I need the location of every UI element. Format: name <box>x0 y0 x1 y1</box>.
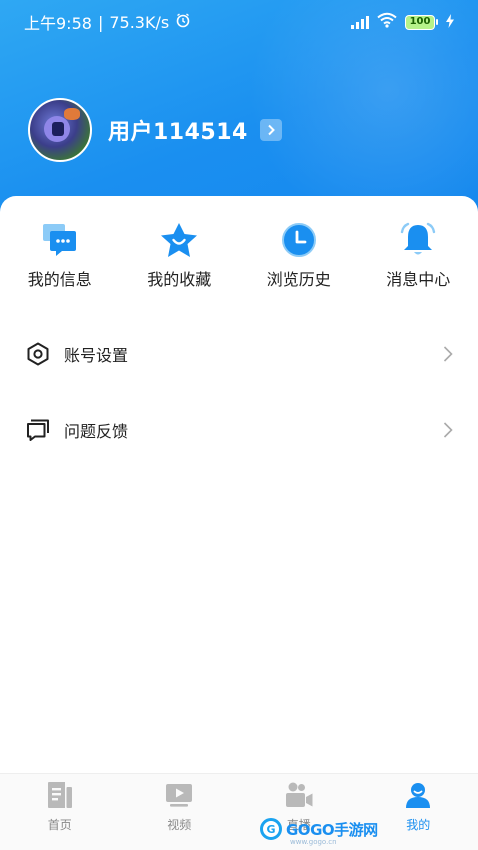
shortcut-history[interactable]: 浏览历史 <box>239 220 359 290</box>
clock-icon <box>279 220 319 260</box>
status-right: 100 <box>351 12 454 32</box>
battery-level: 100 <box>405 14 435 30</box>
tab-home[interactable]: 首页 <box>0 774 120 850</box>
tab-label: 我的 <box>406 818 431 832</box>
chat-bubbles-icon <box>40 220 80 260</box>
status-time: 上午9:58 <box>24 14 92 33</box>
shortcut-my-info[interactable]: 我的信息 <box>0 220 120 290</box>
signal-icon <box>351 15 369 29</box>
video-play-icon <box>164 780 194 810</box>
settings-hexagon-icon <box>26 342 50 366</box>
watermark-logo: G GOGO手游网 www.gogo.cn <box>260 816 378 846</box>
watermark-text: GOGO手游网 <box>286 820 378 839</box>
tab-video[interactable]: 视频 <box>120 774 240 850</box>
profile-header[interactable]: 用户114514 <box>28 98 282 162</box>
shortcut-grid: 我的信息 我的收藏 浏览历史 消息中心 <box>0 220 478 290</box>
username: 用户114514 <box>108 120 248 145</box>
tab-label: 首页 <box>47 818 72 832</box>
home-doc-icon <box>45 780 75 810</box>
chevron-right-icon <box>442 345 454 363</box>
menu-item-feedback[interactable]: 问题反馈 <box>0 408 478 452</box>
menu-item-label: 问题反馈 <box>64 422 129 441</box>
shortcut-label: 我的信息 <box>27 270 92 289</box>
shortcut-favorites[interactable]: 我的收藏 <box>120 220 240 290</box>
tab-label: 视频 <box>167 818 192 832</box>
star-icon <box>159 220 199 260</box>
watermark-subtext: www.gogo.cn <box>290 838 337 846</box>
menu-item-label: 账号设置 <box>64 346 129 365</box>
shortcut-label: 浏览历史 <box>266 270 331 289</box>
bottom-tab-bar: 首页 视频 直播 我的 <box>0 773 478 850</box>
chevron-right-icon <box>442 421 454 439</box>
menu-item-account-settings[interactable]: 账号设置 <box>0 332 478 376</box>
content-card: 我的信息 我的收藏 浏览历史 消息中心 账号设置 问题反馈 <box>0 196 478 776</box>
bell-icon <box>398 220 438 260</box>
feedback-icon <box>26 418 50 442</box>
shortcut-label: 我的收藏 <box>147 270 212 289</box>
camera-icon <box>284 780 314 810</box>
status-left: 上午9:58 | 75.3K/s <box>24 10 191 34</box>
shortcut-label: 消息中心 <box>386 270 451 289</box>
user-icon <box>403 780 433 810</box>
status-bar: 上午9:58 | 75.3K/s 100 <box>0 0 478 44</box>
shortcut-messages[interactable]: 消息中心 <box>359 220 478 290</box>
charging-icon <box>446 13 454 32</box>
alarm-icon <box>175 12 191 32</box>
battery-icon: 100 <box>405 14 438 30</box>
avatar[interactable] <box>28 98 92 162</box>
status-separator: | <box>97 12 104 32</box>
status-speed: 75.3K/s <box>109 12 170 32</box>
wifi-icon <box>377 12 397 32</box>
watermark-circle-icon: G <box>260 818 282 840</box>
profile-chevron-right-icon[interactable] <box>259 119 282 141</box>
